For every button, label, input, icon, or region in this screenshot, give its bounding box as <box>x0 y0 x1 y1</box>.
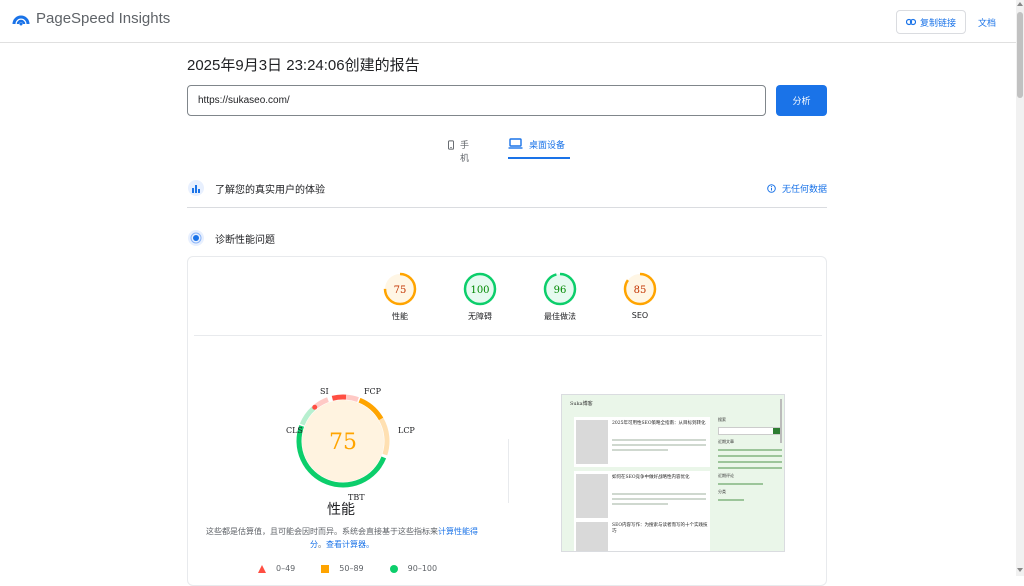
metric-label: LCP <box>398 426 415 435</box>
tab-mobile[interactable]: 手机 <box>448 133 472 164</box>
score-label: 无障碍 <box>468 312 492 321</box>
metric-arc <box>331 394 347 401</box>
report-panel: 75 性能 100 无障碍 96 最佳做法 85 SEO 75 SI FCP LCP TBT CLS 性… <box>187 256 827 586</box>
analyze-button[interactable]: 分析 <box>776 85 827 116</box>
final-screenshot[interactable]: Suka博客 2025年可用性SEO策略全指南：从目标到转化 如何在SEO竞争中… <box>561 394 785 552</box>
view-calculator-link[interactable]: 查看计算器。 <box>326 540 374 549</box>
tab-desktop[interactable]: 桌面设备 <box>508 133 570 159</box>
pagespeed-logo-icon <box>12 15 30 25</box>
score-value: 85 <box>634 285 647 296</box>
score-gauge[interactable]: 75 性能 <box>370 271 430 322</box>
thumb-post: 如何在SEO竞争中做好战略性内容优化 <box>574 471 710 521</box>
page-scrollbar[interactable] <box>1016 0 1024 576</box>
score-gauges: 75 性能 100 无障碍 96 最佳做法 85 SEO <box>188 271 828 331</box>
thumb-post-title: 2025年可用性SEO策略全指南：从目标到转化 <box>612 421 706 426</box>
copy-link-button[interactable]: 复制链接 <box>896 10 966 34</box>
score-gauge[interactable]: 85 SEO <box>610 271 670 320</box>
circle-icon <box>389 564 398 573</box>
triangle-icon <box>258 564 266 573</box>
panel-divider <box>194 335 822 336</box>
score-gauge[interactable]: 100 无障碍 <box>450 271 510 322</box>
tab-mobile-label: 手机 <box>460 141 470 164</box>
lab-flask-icon <box>188 230 204 246</box>
metric-label: FCP <box>364 387 382 396</box>
legend-fail-label: 0–49 <box>276 564 296 573</box>
score-ring: 96 <box>543 272 577 306</box>
diagnose-section: 诊断性能问题 <box>187 226 827 250</box>
metric-label: CLS <box>286 426 303 435</box>
diagnose-title: 诊断性能问题 <box>215 234 275 246</box>
scroll-up-arrow-icon[interactable] <box>1017 2 1023 6</box>
thumb-site-name: Suka博客 <box>570 401 593 407</box>
no-data-link[interactable]: 无任何数据 <box>767 182 827 195</box>
tab-desktop-label: 桌面设备 <box>529 141 566 151</box>
score-gauge[interactable]: 96 最佳做法 <box>530 271 590 322</box>
thumb-post: 2025年可用性SEO策略全指南：从目标到转化 <box>574 417 710 467</box>
desc-text: 这些都是估算值，且可能会因时而异。系统会直接基于这些指标来 <box>206 527 438 536</box>
metric-dot <box>312 404 318 410</box>
thumb-side-heading: 搜索 <box>718 417 726 422</box>
scroll-down-arrow-icon[interactable] <box>1017 568 1023 572</box>
laptop-icon <box>508 138 523 149</box>
thumb-side-heading: 分类 <box>718 489 726 494</box>
url-input[interactable] <box>187 85 766 116</box>
score-label: SEO <box>631 311 649 320</box>
users-chart-icon <box>188 180 204 196</box>
score-value: 75 <box>394 285 407 296</box>
scroll-thumb[interactable] <box>1017 12 1023 98</box>
thumb-post-image <box>576 474 608 518</box>
score-label: 最佳做法 <box>544 312 576 321</box>
score-ring: 100 <box>463 272 497 306</box>
vertical-divider <box>508 439 509 503</box>
thumb-post: SEO内容写作：为搜索与读者而写的十个实践技巧 <box>574 519 710 551</box>
section-divider <box>187 207 827 208</box>
score-value: 100 <box>470 285 489 296</box>
field-data-section[interactable]: 了解您的真实用户的体验 无任何数据 <box>187 176 827 200</box>
brand-name: PageSpeed Insights <box>36 10 171 27</box>
phone-icon <box>448 140 454 150</box>
thumb-post-excerpt <box>612 439 706 454</box>
score-label: 性能 <box>392 312 408 321</box>
thumb-post-image <box>576 420 608 464</box>
metric-arc <box>345 394 359 403</box>
score-value: 96 <box>554 285 567 296</box>
legend-average: 50–89 <box>321 564 364 573</box>
thumb-post-title: SEO内容写作：为搜索与读者而写的十个实践技巧 <box>612 523 708 534</box>
legend-pass-label: 90–100 <box>407 564 438 573</box>
score-legend: 0–49 50–89 90–100 <box>258 564 437 573</box>
thumb-side-heading: 近期文章 <box>718 439 734 444</box>
legend-pass: 90–100 <box>389 564 438 573</box>
metric-label: SI <box>320 387 329 396</box>
performance-big-label: 性能 <box>327 502 355 518</box>
copy-link-label: 复制链接 <box>919 18 956 29</box>
docs-link[interactable]: 文档 <box>978 16 996 29</box>
report-title: 2025年9月3日 23:24:06创建的报告 <box>187 57 420 74</box>
info-icon <box>767 183 776 193</box>
performance-score: 75 <box>329 430 357 455</box>
legend-fail: 0–49 <box>258 564 295 573</box>
thumb-post-title: 如何在SEO竞争中做好战略性内容优化 <box>612 475 690 480</box>
performance-description: 这些都是估算值，且可能会因时而异。系统会直接基于这些指标来计算性能得分。查看计算… <box>206 525 478 551</box>
top-bar: PageSpeed Insights 复制链接 文档 <box>0 0 1016 43</box>
thumb-post-image <box>576 522 608 551</box>
legend-average-label: 50–89 <box>339 564 364 573</box>
brand[interactable]: PageSpeed Insights <box>12 10 170 27</box>
thumb-sidebar: 搜索 近期文章 近期评论 分类 <box>718 417 782 505</box>
link-icon <box>905 18 916 26</box>
performance-big-gauge: 75SI FCPLCPTBTCLS <box>286 387 415 501</box>
square-icon <box>321 564 330 573</box>
thumb-scrollbar <box>780 399 782 443</box>
thumb-side-heading: 近期评论 <box>718 473 734 478</box>
field-data-title: 了解您的真实用户的体验 <box>215 184 325 196</box>
desc-sep: 。 <box>318 540 326 549</box>
thumb-post-excerpt <box>612 493 706 508</box>
no-data-label: 无任何数据 <box>781 184 827 195</box>
score-ring: 75 <box>383 272 417 306</box>
thumb-search-box <box>718 427 782 435</box>
score-ring: 85 <box>623 272 657 306</box>
